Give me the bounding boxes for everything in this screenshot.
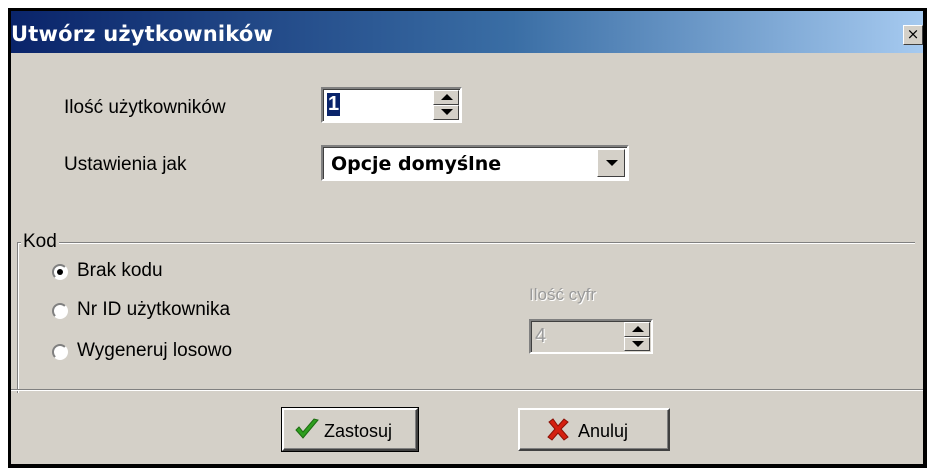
close-button[interactable]: × xyxy=(903,25,923,45)
apply-button-label: Zastosuj xyxy=(324,421,393,441)
digits-value: 4 xyxy=(535,325,547,347)
window-title: Utwórz użytkowników xyxy=(11,22,274,46)
settings-as-selected: Opcje domyślne xyxy=(331,153,502,175)
users-count-label: Ilość użytkowników xyxy=(64,97,226,118)
digits-up-button[interactable] xyxy=(624,322,650,337)
users-count-up-button[interactable] xyxy=(433,90,459,105)
radio-user-id-label[interactable]: Nr ID użytkownika xyxy=(77,299,230,321)
apply-button[interactable]: Zastosuj xyxy=(281,407,419,452)
arrow-up-icon xyxy=(632,326,644,332)
digits-down-button[interactable] xyxy=(624,336,650,351)
arrow-down-icon xyxy=(632,340,644,347)
settings-as-dropdown-button[interactable] xyxy=(597,149,625,177)
radio-no-code-button[interactable] xyxy=(52,264,68,280)
users-count-spin-buttons xyxy=(433,90,459,120)
x-mark-icon xyxy=(547,418,569,441)
title-bar[interactable]: Utwórz użytkowników × xyxy=(11,11,923,53)
create-users-dialog: Utwórz użytkowników × Ilość użytkowników… xyxy=(8,8,927,468)
radio-random-label[interactable]: Wygeneruj losowo xyxy=(77,340,232,362)
close-icon: × xyxy=(906,25,920,43)
code-group-label: Kod xyxy=(21,231,59,253)
digits-label: Ilość cyfr xyxy=(529,285,597,304)
settings-as-label: Ustawienia jak xyxy=(64,154,187,175)
cancel-button-label: Anuluj xyxy=(578,421,629,441)
settings-as-dropdown[interactable]: Opcje domyślne xyxy=(321,145,629,181)
digits-spinner[interactable]: 4 xyxy=(529,319,653,354)
radio-selected-dot xyxy=(57,269,63,275)
bottom-separator xyxy=(11,389,923,391)
checkmark-icon xyxy=(295,418,319,439)
radio-user-id-button[interactable] xyxy=(52,303,68,319)
radio-no-code-label[interactable]: Brak kodu xyxy=(77,260,163,282)
users-count-value[interactable]: 1 xyxy=(327,93,341,116)
users-count-spinner[interactable]: 1 xyxy=(321,87,462,123)
arrow-up-icon xyxy=(441,94,453,100)
users-count-down-button[interactable] xyxy=(433,105,459,120)
cancel-button[interactable]: Anuluj xyxy=(518,408,670,451)
chevron-down-icon xyxy=(606,160,618,166)
arrow-down-icon xyxy=(441,109,453,115)
radio-random-button[interactable] xyxy=(52,344,68,360)
digits-spin-buttons xyxy=(624,322,650,351)
